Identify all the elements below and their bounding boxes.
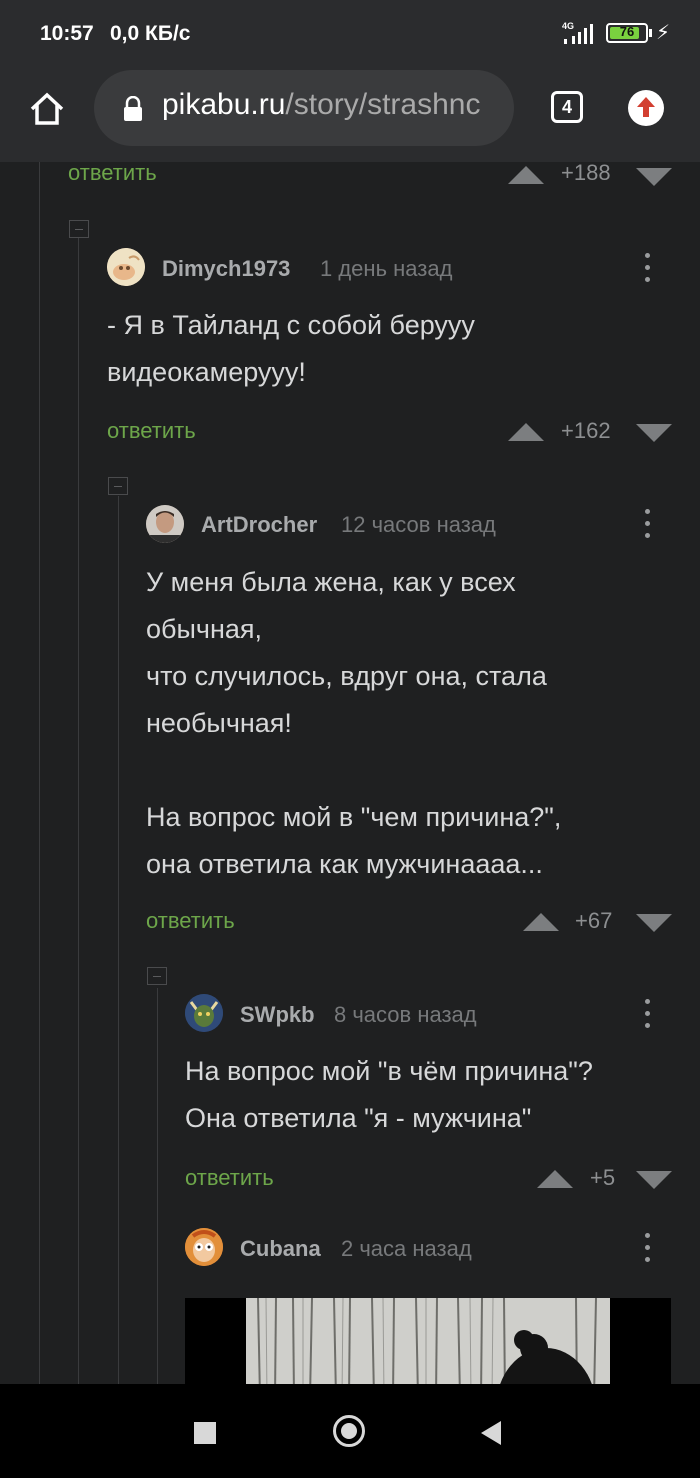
collapse-toggle[interactable] — [69, 220, 89, 238]
avatar[interactable] — [146, 505, 184, 543]
battery-icon: 76 — [606, 23, 648, 43]
browser-toolbar: pikabu.ru/story/strashnc 4 — [0, 64, 700, 162]
reply-link[interactable]: ответить — [146, 908, 235, 934]
status-net-speed: 0,0 КБ/с — [110, 22, 191, 45]
more-options-icon[interactable] — [645, 999, 651, 1029]
comment-score: +5 — [590, 1165, 616, 1190]
more-options-icon[interactable] — [645, 509, 651, 539]
comment-score: +188 — [561, 162, 611, 185]
url-path: /story/strashnc — [285, 88, 481, 121]
comments-thread: ответить +188 Dimych1973 1 день назад - … — [0, 162, 700, 1384]
home-circle-icon[interactable] — [333, 1415, 365, 1447]
video-player[interactable] — [185, 1298, 671, 1384]
system-nav-bar — [0, 1384, 700, 1478]
network-type-label: 4G — [562, 21, 574, 31]
comment-score: +162 — [561, 418, 611, 443]
lock-icon — [124, 96, 142, 121]
downvote-icon[interactable] — [636, 168, 672, 186]
avatar[interactable] — [107, 248, 145, 286]
comment-time: 8 часов назад — [334, 1002, 477, 1027]
comment-username[interactable]: Cubana — [240, 1236, 321, 1262]
reply-link[interactable]: ответить — [107, 418, 196, 444]
url-text: pikabu.ru/story/strashnc — [162, 88, 480, 122]
charging-bolt-icon: ⚡︎ — [656, 22, 671, 44]
tabs-icon[interactable]: 4 — [551, 91, 583, 123]
url-domain: pikabu.ru — [162, 88, 286, 121]
home-icon[interactable] — [28, 90, 66, 128]
collapse-toggle[interactable] — [147, 967, 167, 985]
comment-time: 2 часа назад — [341, 1236, 472, 1261]
comment-text: У меня была жена, как у всех обычная, чт… — [146, 567, 562, 879]
avatar[interactable] — [185, 994, 223, 1032]
comment-username[interactable]: ArtDrocher — [201, 512, 317, 538]
comment-username[interactable]: Dimych1973 — [162, 256, 290, 282]
address-bar[interactable]: pikabu.ru/story/strashnc — [94, 70, 514, 146]
comment-text: На вопрос мой "в чём причина"? Она ответ… — [185, 1056, 593, 1133]
video-thumbnail — [246, 1298, 610, 1384]
battery-percent: 76 — [619, 24, 635, 39]
signal-icon: 4G — [562, 21, 593, 44]
comment-score: +67 — [575, 908, 613, 933]
reply-link[interactable]: ответить — [68, 162, 157, 186]
status-bar: 10:57 0,0 КБ/с 4G 76 ⚡︎ — [0, 0, 700, 64]
downvote-icon[interactable] — [636, 914, 672, 932]
comment-text: - Я в Тайланд с собой берууу видеокамеру… — [107, 310, 475, 387]
reply-link[interactable]: ответить — [185, 1165, 274, 1191]
more-options-icon[interactable] — [645, 253, 651, 283]
back-triangle-icon[interactable] — [481, 1421, 501, 1445]
avatar[interactable] — [185, 1228, 223, 1266]
recents-square-icon[interactable] — [194, 1422, 216, 1444]
collapse-toggle[interactable] — [108, 477, 128, 495]
comment-time: 12 часов назад — [341, 512, 496, 537]
upvote-icon[interactable] — [508, 166, 544, 184]
more-options-icon[interactable] — [645, 1233, 651, 1263]
comment-time: 1 день назад — [320, 256, 453, 281]
downvote-icon[interactable] — [636, 424, 672, 442]
upvote-icon[interactable] — [508, 423, 544, 441]
downvote-icon[interactable] — [636, 1171, 672, 1189]
update-arrow-icon[interactable] — [628, 90, 664, 126]
upvote-icon[interactable] — [537, 1170, 573, 1188]
status-time: 10:57 — [40, 22, 94, 45]
comment-username[interactable]: SWpkb — [240, 1002, 315, 1028]
upvote-icon[interactable] — [523, 913, 559, 931]
